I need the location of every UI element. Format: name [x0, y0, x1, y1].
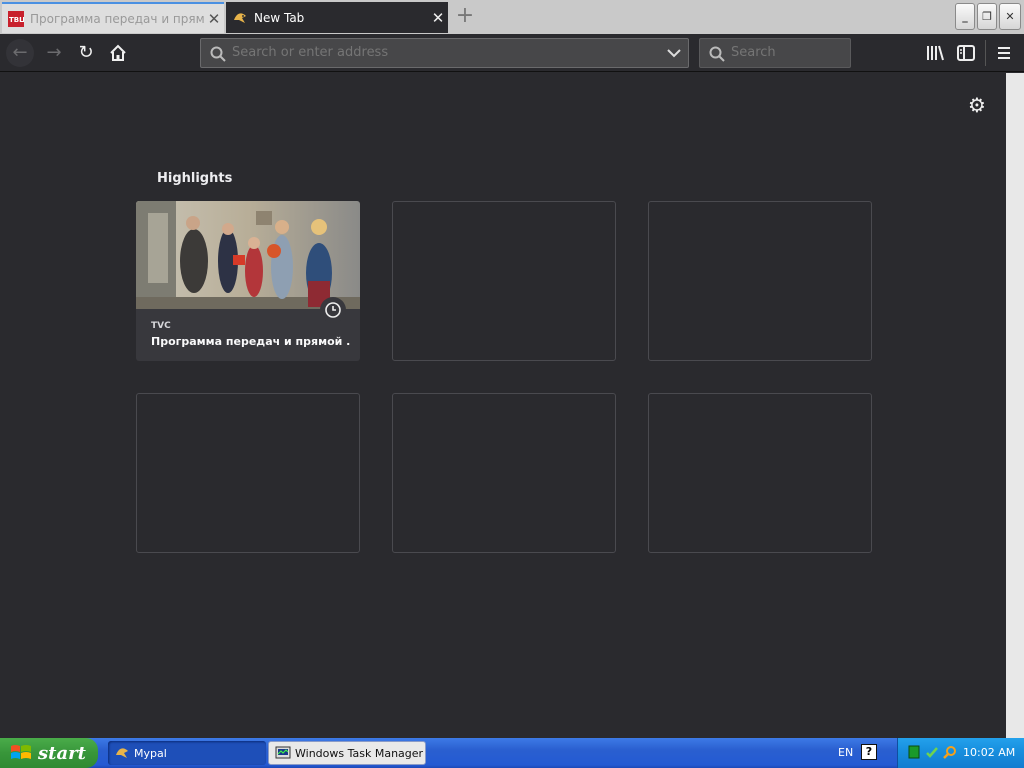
taskbar-item-mypal[interactable]: Mypal — [108, 741, 266, 765]
highlight-title: Программа передач и прямой ... — [151, 335, 351, 348]
taskbar-item-label: Mypal — [134, 746, 167, 760]
restore-icon[interactable]: ❐ — [977, 3, 997, 30]
search-bar[interactable] — [699, 38, 851, 68]
system-clock[interactable]: 10:02 AM — [963, 746, 1015, 759]
highlight-card[interactable]: TVC Программа передач и прямой ... — [136, 201, 360, 361]
close-tab-icon[interactable]: ✕ — [428, 9, 448, 27]
search-icon — [210, 46, 226, 62]
reload-icon[interactable]: ↻ — [72, 39, 100, 67]
hamburger-menu-icon[interactable] — [991, 40, 1017, 66]
address-bar[interactable] — [200, 38, 689, 68]
close-icon[interactable]: ✕ — [999, 3, 1021, 30]
tvc-logo-icon: TВЦ — [8, 10, 26, 27]
search-icon — [709, 46, 725, 62]
minimize-icon[interactable]: _ — [955, 3, 975, 30]
highlights-heading: Highlights — [157, 171, 233, 186]
gear-icon[interactable]: ⚙ — [965, 93, 989, 117]
start-button[interactable]: start — [0, 738, 98, 768]
clock-icon — [320, 297, 346, 323]
tab-new-tab[interactable]: New Tab ✕ — [226, 2, 448, 33]
toolbar-separator — [985, 40, 986, 66]
address-input[interactable] — [232, 45, 652, 60]
taskbar-item-task-manager[interactable]: Windows Task Manager — [268, 741, 426, 765]
empty-highlight-slot — [392, 393, 616, 553]
close-tab-icon[interactable]: ✕ — [204, 10, 224, 28]
plus-icon[interactable]: + — [452, 4, 478, 30]
thumbnail-image — [136, 201, 360, 309]
language-indicator[interactable]: EN — [838, 746, 853, 759]
svg-text:TВЦ: TВЦ — [9, 16, 24, 24]
scrollbar[interactable] — [1006, 73, 1024, 738]
library-icon[interactable] — [922, 40, 948, 66]
mypal-logo-icon — [232, 10, 248, 26]
tab-title: Программа передач и прямой эф — [30, 11, 204, 26]
back-arrow-icon[interactable]: ← — [6, 39, 34, 67]
tray-search-icon[interactable] — [943, 745, 957, 759]
mypal-logo-icon — [116, 748, 128, 758]
windows-logo-icon — [11, 745, 31, 759]
empty-highlight-slot — [648, 393, 872, 553]
empty-highlight-slot — [136, 393, 360, 553]
sidebar-icon[interactable] — [953, 40, 979, 66]
tray-security-icon[interactable] — [925, 745, 939, 759]
tray-app-icon[interactable] — [907, 745, 921, 759]
empty-highlight-slot — [648, 201, 872, 361]
help-icon[interactable]: ? — [861, 744, 877, 760]
highlight-site: TVC — [151, 321, 171, 331]
tab-title: New Tab — [254, 10, 305, 25]
empty-highlight-slot — [392, 201, 616, 361]
forward-arrow-icon[interactable]: → — [40, 39, 68, 67]
tab-tvc[interactable]: TВЦ Программа передач и прямой эф ✕ — [2, 2, 224, 33]
home-icon[interactable] — [104, 39, 132, 67]
search-input[interactable] — [731, 45, 846, 60]
start-label: start — [38, 742, 86, 764]
task-manager-icon — [275, 746, 291, 759]
taskbar-item-label: Windows Task Manager — [295, 746, 424, 760]
chevron-down-icon[interactable] — [666, 45, 682, 61]
